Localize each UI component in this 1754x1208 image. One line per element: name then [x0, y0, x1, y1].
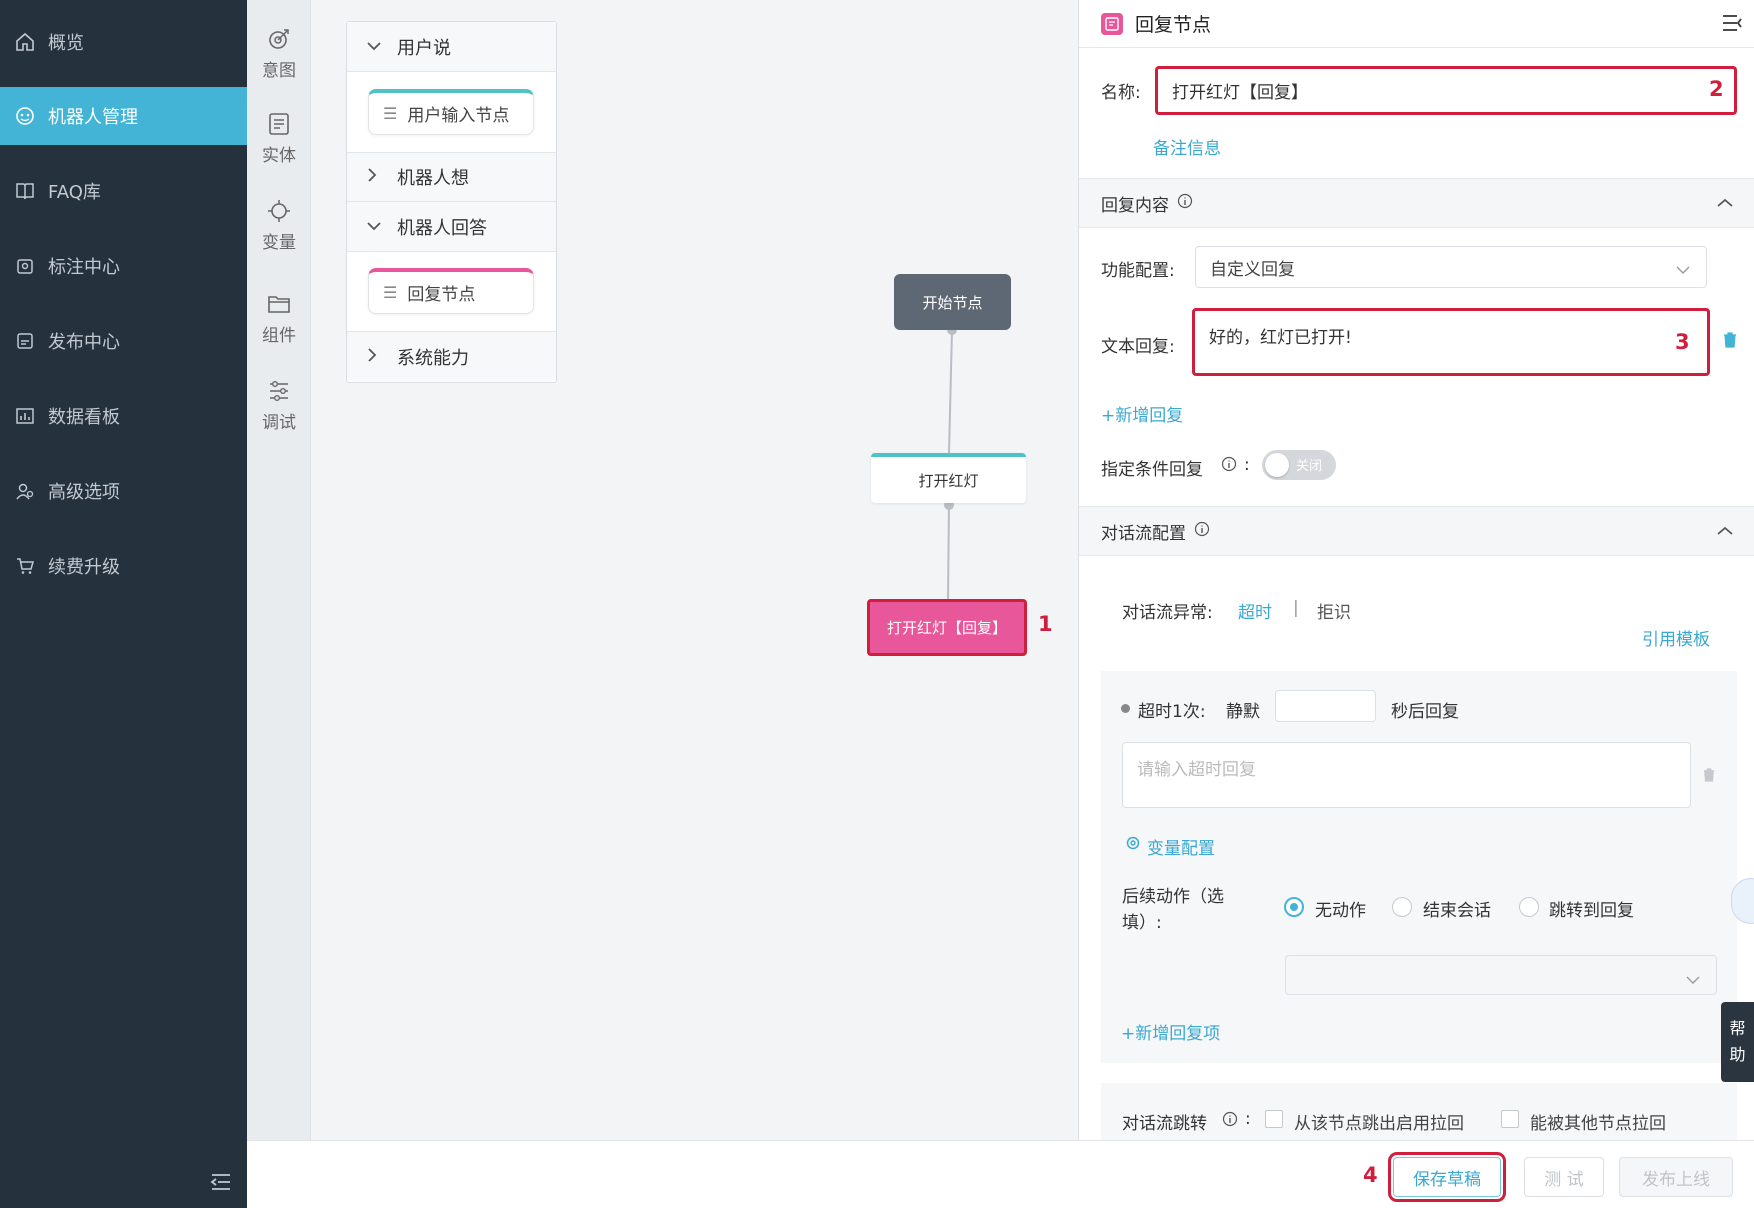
node-properties-panel: 回复节点 名称: 打开红灯【回复】 2 备注信息 回复内容 功能配置: 自定义回… — [1078, 0, 1754, 1140]
chevron-down-icon — [1686, 970, 1700, 990]
reference-template-link[interactable]: 引用模板 — [1642, 625, 1710, 650]
note-link[interactable]: 备注信息 — [1153, 134, 1221, 159]
name-label: 名称: — [1101, 83, 1141, 103]
annotation-marker: 3 — [1675, 330, 1690, 354]
info-icon — [1194, 521, 1210, 542]
timeout-count-label: 超时1次: — [1138, 702, 1206, 722]
flow-exception-label: 对话流异常: — [1122, 603, 1213, 623]
jump-target-select[interactable] — [1285, 955, 1717, 995]
function-config-select[interactable]: 自定义回复 — [1195, 246, 1707, 288]
tab-timeout[interactable]: 超时 — [1238, 598, 1272, 623]
radio-no-action[interactable] — [1284, 897, 1304, 917]
timeout-reply-textarea[interactable]: 请输入超时回复 — [1122, 742, 1691, 808]
annotation-marker: 2 — [1709, 77, 1724, 101]
panel-header: 回复节点 — [1079, 0, 1754, 48]
add-reply-item-link[interactable]: +新增回复项 — [1121, 1019, 1220, 1044]
text-reply-field[interactable]: 好的，红灯已打开! — [1192, 308, 1710, 376]
flow-node-reply[interactable]: 打开红灯【回复】 — [867, 599, 1027, 656]
silent-seconds-input[interactable] — [1275, 690, 1376, 722]
select-value: 自定义回复 — [1210, 259, 1295, 280]
followup-action-label: 后续动作（选 — [1122, 887, 1224, 907]
radio-jump-to-reply[interactable] — [1519, 897, 1539, 917]
flow-jump-colon: : — [1245, 1109, 1251, 1129]
tab-separator: | — [1293, 598, 1299, 618]
bullet-dot — [1121, 704, 1130, 713]
conditional-reply-label: 指定条件回复 — [1101, 460, 1203, 480]
text-reply-value: 好的，红灯已打开! — [1209, 328, 1352, 348]
annotation-marker: 4 — [1363, 1163, 1378, 1187]
trash-icon[interactable] — [1722, 331, 1738, 354]
radio-label: 结束会话 — [1423, 901, 1491, 921]
reply-node-icon — [1101, 12, 1123, 35]
radio-label: 无动作 — [1315, 901, 1366, 921]
info-icon — [1177, 193, 1193, 214]
checkbox-label: 能被其他节点拉回 — [1530, 1114, 1666, 1134]
radio-end-session[interactable] — [1392, 897, 1412, 917]
reply-content-section[interactable]: 回复内容 — [1079, 178, 1754, 228]
save-draft-button[interactable]: 保存草稿 — [1388, 1152, 1506, 1202]
checkbox-pulled-back[interactable] — [1501, 1110, 1519, 1128]
flow-config-section[interactable]: 对话流配置 — [1079, 506, 1754, 556]
toggle-label: 关闭 — [1296, 459, 1323, 474]
chevron-down-icon — [1676, 260, 1690, 280]
flow-node-start[interactable]: 开始节点 — [894, 274, 1011, 330]
help-char: 帮 — [1729, 1019, 1746, 1038]
followup-action-label-2: 填）: — [1122, 913, 1162, 933]
timeout-config-box — [1101, 671, 1737, 1063]
flow-node-label: 打开红灯【回复】 — [886, 619, 1007, 637]
radio-label: 跳转到回复 — [1549, 901, 1634, 921]
gear-icon — [1125, 835, 1141, 856]
panel-menu-icon[interactable] — [1721, 13, 1743, 33]
help-char: 助 — [1729, 1045, 1746, 1064]
trash-icon[interactable] — [1702, 767, 1716, 788]
publish-button[interactable]: 发布上线 — [1619, 1157, 1733, 1197]
panel-title: 回复节点 — [1135, 14, 1212, 36]
annotation-marker: 1 — [1038, 612, 1053, 636]
info-icon — [1222, 1111, 1238, 1132]
silent-label: 静默 — [1226, 702, 1260, 722]
footer-bar: 4 保存草稿 测 试 发布上线 — [247, 1140, 1754, 1208]
textarea-placeholder: 请输入超时回复 — [1137, 760, 1256, 780]
add-reply-link[interactable]: +新增回复 — [1101, 401, 1183, 426]
checkbox-label: 从该节点跳出启用拉回 — [1294, 1114, 1464, 1134]
button-label: 测 试 — [1544, 1169, 1584, 1190]
seconds-suffix-label: 秒后回复 — [1391, 702, 1459, 722]
help-tab[interactable]: 帮 助 — [1721, 1002, 1754, 1082]
button-label: 发布上线 — [1642, 1169, 1710, 1190]
conditional-reply-colon: : — [1244, 455, 1250, 475]
flow-node-label: 开始节点 — [922, 293, 983, 312]
function-config-label: 功能配置: — [1101, 261, 1175, 281]
name-field-value: 打开红灯【回复】 — [1172, 83, 1308, 103]
name-field[interactable]: 打开红灯【回复】 — [1155, 66, 1737, 115]
test-button[interactable]: 测 试 — [1524, 1157, 1604, 1197]
info-icon — [1221, 456, 1237, 477]
section-title: 对话流配置 — [1101, 523, 1186, 544]
variable-config-link[interactable]: 变量配置 — [1147, 834, 1215, 859]
checkbox-jump-out[interactable] — [1265, 1110, 1283, 1128]
conditional-reply-toggle[interactable]: 关闭 — [1262, 450, 1336, 480]
flow-node-label: 打开红灯 — [918, 471, 979, 490]
chevron-up-icon — [1717, 193, 1733, 212]
section-title: 回复内容 — [1101, 195, 1169, 216]
text-reply-label: 文本回复: — [1101, 337, 1175, 357]
tab-reject[interactable]: 拒识 — [1317, 598, 1351, 623]
flow-node-intent[interactable]: 打开红灯 — [871, 453, 1026, 503]
button-label: 保存草稿 — [1413, 1169, 1481, 1190]
flow-jump-label: 对话流跳转 — [1122, 1114, 1207, 1134]
chevron-up-icon — [1717, 521, 1733, 540]
toggle-knob — [1265, 453, 1289, 477]
